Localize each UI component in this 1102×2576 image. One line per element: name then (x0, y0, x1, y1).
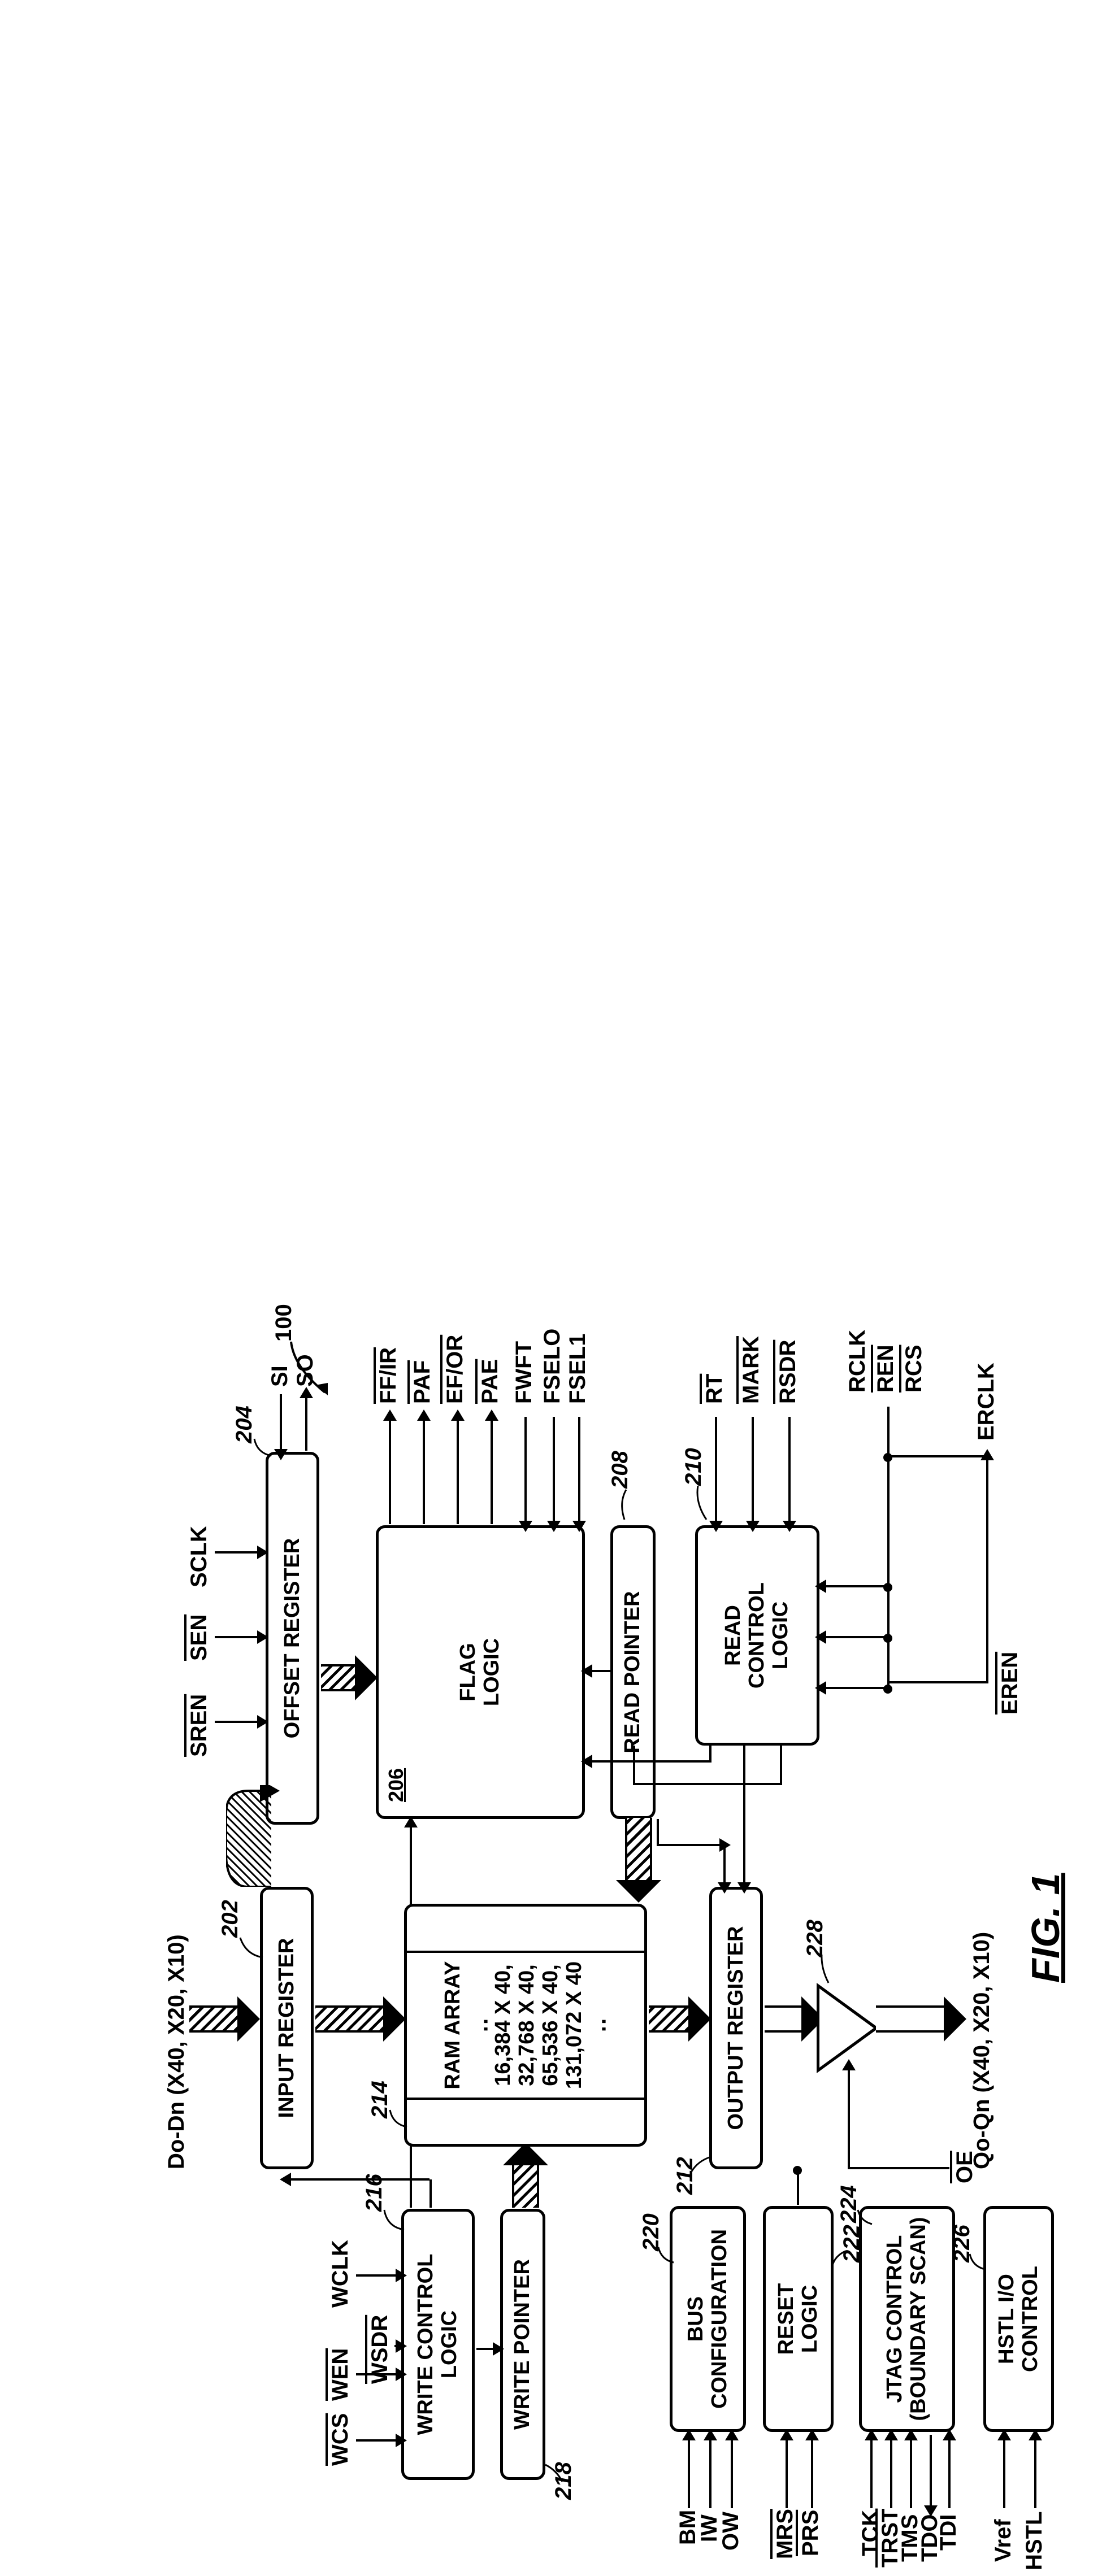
sig-rt: RT (702, 1374, 727, 1404)
ref-208: 208 (608, 1451, 633, 1489)
sig-efor: EF/OR (442, 1335, 468, 1404)
sig-fsel1: FSEL1 (565, 1334, 591, 1404)
sig-rcs: RCS (901, 1345, 927, 1393)
input-reg-text: INPUT REGISTER (275, 1938, 299, 2118)
jtag-text: JTAG CONTROL (BOUNDARY SCAN) (883, 2217, 931, 2421)
sig-ren: REN (873, 1345, 899, 1393)
block-input-register: INPUT REGISTER (260, 1887, 314, 2169)
output-reg-text: OUTPUT REGISTER (724, 1926, 748, 2130)
diagram-canvas: 100 Do-Dn (X40, X20, X10) SREN SEN SCLK … (0, 0, 1102, 1350)
block-output-register: OUTPUT REGISTER (709, 1887, 763, 2169)
sig-rclk: RCLK (845, 1330, 870, 1393)
ref-210: 210 (681, 1448, 706, 1486)
block-bus-configuration: BUS CONFIGURATION (670, 2206, 746, 2432)
sig-mark: MARK (739, 1336, 764, 1404)
sig-oe: OE (952, 2151, 978, 2183)
ref-206: 206 (384, 1768, 408, 1802)
bus-cfg-text: BUS CONFIGURATION (684, 2229, 732, 2409)
block-write-pointer: WRITE POINTER (500, 2209, 545, 2480)
hstl-text: HSTL I/O CONTROL (995, 2266, 1043, 2372)
figure-label: FIG. 1 (1023, 1873, 1068, 1983)
write-ptr-text: WRITE POINTER (511, 2259, 535, 2430)
sig-sclk: SCLK (186, 1526, 212, 1587)
ref-100: 100 (271, 1304, 297, 1342)
sig-rsdr: RSDR (775, 1340, 801, 1404)
read-ctrl-text: READ CONTROL LOGIC (722, 1582, 792, 1689)
block-ram-array: RAM ARRAY ‥ 16,384 X 40, 32,768 X 40, 65… (404, 1904, 647, 2147)
sig-pae: PAE (478, 1359, 503, 1404)
ram-title: RAM ARRAY (441, 1961, 465, 2089)
sig-fwft: FWFT (511, 1341, 537, 1404)
block-read-control: READ CONTROL LOGIC (695, 1525, 819, 1746)
sig-erclk: ERCLK (974, 1363, 999, 1441)
write-ctrl-text: WRITE CONTROL LOGIC (414, 2254, 462, 2435)
sig-hstl: HSTL (1022, 2512, 1047, 2570)
sig-wsdr: WSDR (367, 2315, 393, 2384)
block-offset-register: OFFSET REGISTER (266, 1452, 319, 1825)
top-data-label: Do-Dn (X40, X20, X10) (164, 1934, 189, 2169)
reset-text: RESET LOGIC (775, 2283, 822, 2355)
sig-wen: WEN (328, 2348, 353, 2401)
sig-wclk: WCLK (328, 2240, 353, 2308)
sig-tdi: TDI (936, 2514, 961, 2551)
flag-text: FLAG LOGIC (457, 1638, 504, 1706)
ram-l3: 131,072 X 40 (563, 1961, 587, 2089)
sig-wcs: WCS (328, 2413, 353, 2466)
ram-l2: 65,536 X 40, (539, 1961, 563, 2089)
sig-mrs: MRS (773, 2509, 798, 2559)
sig-eren: EREN (997, 1652, 1023, 1715)
block-write-control: WRITE CONTROL LOGIC (401, 2209, 475, 2480)
sig-fselo: FSELO (540, 1329, 565, 1404)
sig-paf: PAF (410, 1360, 435, 1404)
sig-sen: SEN (186, 1615, 212, 1661)
ram-l0: 16,384 X 40, (492, 1961, 515, 2089)
block-jtag: JTAG CONTROL (BOUNDARY SCAN) (859, 2206, 955, 2432)
block-hstl: HSTL I/O CONTROL (983, 2206, 1054, 2432)
bottom-data-label: Qo-Qn (X40, X20, X10) (969, 1932, 995, 2169)
ref-228: 228 (802, 1920, 828, 1957)
read-ptr-text: READ POINTER (621, 1591, 645, 1753)
sig-ow: OW (718, 2512, 744, 2551)
sig-ffir: FF/IR (376, 1347, 401, 1404)
sig-prs: PRS (798, 2510, 823, 2556)
block-reset-logic: RESET LOGIC (763, 2206, 834, 2432)
sig-sren: SREN (186, 1694, 212, 1757)
sig-vref: Vref (991, 2519, 1016, 2562)
ram-l1: 32,768 X 40, (515, 1961, 539, 2089)
sig-so: SO (293, 1354, 318, 1387)
offset-reg-text: OFFSET REGISTER (281, 1538, 305, 1739)
sig-si: SI (267, 1365, 293, 1387)
